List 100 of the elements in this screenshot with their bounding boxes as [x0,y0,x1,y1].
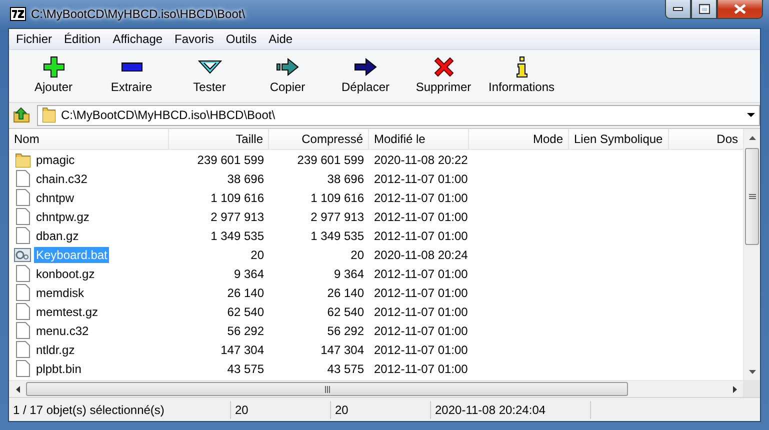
menu-item[interactable]: Fichier [10,30,58,48]
info-icon [516,56,528,78]
move-button[interactable]: Déplacer [327,50,404,100]
menu-item[interactable]: Aide [262,30,299,48]
menu-item[interactable]: Édition [58,30,107,48]
grip-icon [324,386,330,392]
table-cell: 9 364 [334,266,364,280]
status-text: 2020-11-08 20:24:04 [431,400,591,418]
table-cell: 2012-11-07 01:00 [374,266,468,280]
table-cell: 43 575 [327,362,364,376]
file-name[interactable]: memtest.gz [34,304,100,320]
table-cell: 62 540 [327,304,364,318]
file-icon [16,341,30,358]
file-icon [16,170,30,187]
file-name[interactable]: dban.gz [34,228,81,244]
table-cell: 147 304 [320,342,364,356]
minus-icon [120,62,142,72]
table-cell: 9 364 [234,266,264,280]
table-cell: 2012-11-07 01:00 [374,210,468,224]
delete-button[interactable]: Supprimer [405,50,482,100]
table-cell: 239 601 599 [297,152,364,166]
column-header[interactable]: Taille [169,129,269,149]
grip-icon [748,194,756,199]
address-field[interactable]: C:\MyBootCD\MyHBCD.iso\HBCD\Boot\ [37,104,760,126]
table-cell: 56 292 [327,324,364,338]
table-cell: 2020-11-08 20:22 [374,152,468,166]
info-button[interactable]: Informations [483,50,560,100]
table-cell: 2012-11-07 01:00 [374,172,468,186]
arrow-icon [276,58,300,76]
file-name[interactable]: konboot.gz [34,266,97,282]
file-icon [16,360,30,377]
table-cell: 2012-11-07 01:00 [374,324,468,338]
table-cell: 2 977 913 [310,210,364,224]
status-text: 20 [331,400,431,418]
table-cell: 20 [350,248,364,262]
file-name[interactable]: pmagic [34,152,77,168]
table-cell: 26 140 [327,286,364,300]
file-icon [16,284,30,301]
status-text: 20 [231,400,331,418]
status-text: 1 / 17 objet(s) sélectionné(s) [9,400,231,418]
file-icon [16,322,30,339]
table-cell: 20 [250,248,264,262]
close-button[interactable] [717,0,763,19]
column-header[interactable]: Mode [469,129,569,149]
scroll-down-icon [749,370,756,374]
table-cell: 2012-11-07 01:00 [374,190,468,204]
extract-button[interactable]: Extraire [93,50,170,100]
close-icon [734,4,746,14]
file-name[interactable]: memdisk [34,284,86,300]
column-header[interactable]: Nom [9,129,169,149]
file-name[interactable]: ntldr.gz [34,342,77,358]
gear-icon [14,246,31,262]
vertical-scrollbar[interactable] [743,129,760,380]
file-icon [16,227,30,244]
table-cell: 2012-11-07 01:00 [374,286,468,300]
table-cell: 1 349 535 [310,228,364,242]
column-header[interactable]: Modifié le [369,129,469,149]
table-cell: 1 349 535 [210,228,264,242]
menu-item[interactable]: Affichage [106,30,169,48]
scroll-left-icon [16,386,20,393]
file-icon [16,303,30,320]
arrow-icon [354,58,378,76]
plus-icon [42,56,64,78]
table-cell: 2 977 913 [210,210,264,224]
test-button[interactable]: Tester [171,50,248,100]
horizontal-scrollbar[interactable] [9,380,743,397]
file-name[interactable]: chain.c32 [34,170,90,186]
window-title: C:\MyBootCD\MyHBCD.iso\HBCD\Boot\ [31,7,246,21]
menu-item[interactable]: Favoris [168,30,220,48]
table-cell: 62 540 [227,304,264,318]
maximize-button[interactable] [691,0,717,19]
column-header[interactable]: Lien Symbolique [569,129,669,149]
table-cell: 43 575 [227,362,264,376]
cross-icon [434,57,454,77]
add-button[interactable]: Ajouter [15,50,92,100]
table-cell: 2012-11-07 01:00 [374,362,468,376]
menu-item[interactable]: Outils [220,30,263,48]
file-icon [16,208,30,225]
table-cell: 38 696 [327,172,364,186]
column-header[interactable]: Compressé [269,129,369,149]
table-cell: 2012-11-07 01:00 [374,228,468,242]
scroll-up-icon [749,136,756,140]
table-cell: 2012-11-07 01:00 [374,304,468,318]
table-cell: 56 292 [227,324,264,338]
file-name[interactable]: plpbt.bin [34,360,84,376]
table-cell: 1 109 616 [210,190,264,204]
file-name[interactable]: menu.c32 [34,322,91,338]
file-name[interactable]: chntpw.gz [34,208,92,224]
maximize-icon [698,4,710,14]
copy-button[interactable]: Copier [249,50,326,100]
file-name[interactable]: chntpw [34,190,76,206]
table-cell: 1 109 616 [310,190,364,204]
table-cell: 2020-11-08 20:24 [374,248,468,262]
table-cell: 147 304 [220,342,264,356]
table-cell: 38 696 [227,172,264,186]
file-icon [16,265,30,282]
scroll-right-icon [732,386,736,393]
table-cell: 239 601 599 [197,152,264,166]
dropdown-arrow-icon [747,113,755,117]
minimize-button[interactable] [665,0,691,19]
